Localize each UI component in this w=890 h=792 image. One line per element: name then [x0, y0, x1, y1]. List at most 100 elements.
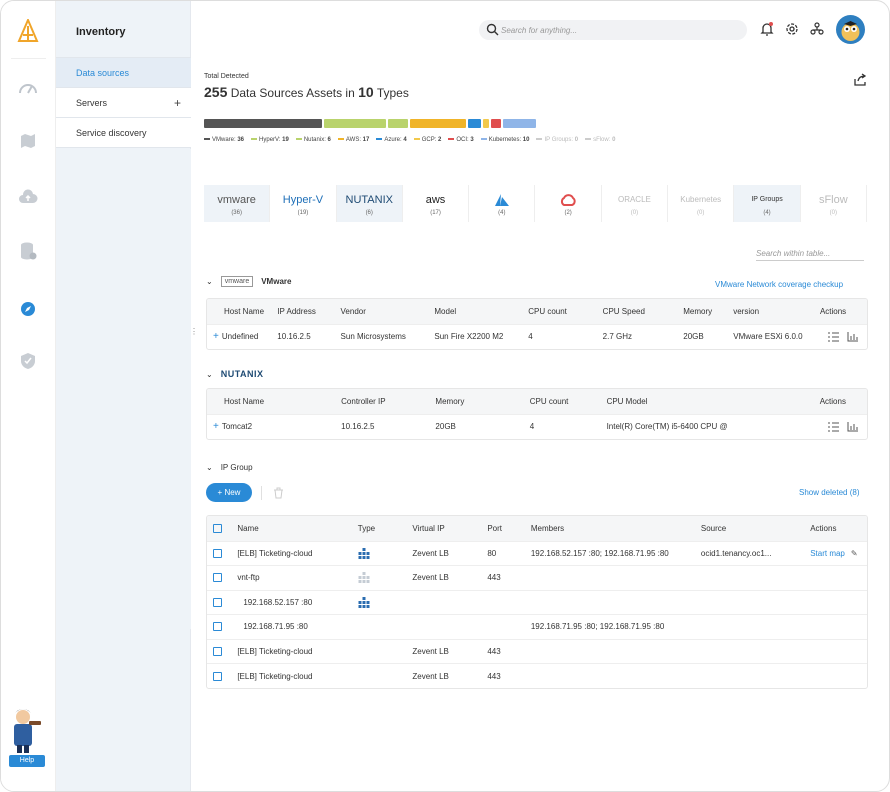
app-logo-icon[interactable] — [17, 19, 39, 43]
nutanix-table-row[interactable]: + Tomcat2 10.16.2.5 20GB 4 Intel(R) Core(TM) … — [207, 413, 867, 439]
chart-bar-icon[interactable] — [847, 331, 858, 342]
legend-name: GCP: — [421, 137, 439, 143]
help-label[interactable]: Help — [9, 755, 45, 767]
chevron-down-icon[interactable]: ⌄ — [206, 277, 213, 286]
nutanix-column-header[interactable]: CPU count — [525, 389, 603, 414]
ipgroup-column-header[interactable]: Port — [483, 516, 527, 541]
ipgroup-table-row[interactable]: [ELB] Ticketing-cloud Zevent LB 443 — [207, 638, 867, 664]
ipgroup-column-header[interactable]: Virtual IP — [408, 516, 484, 541]
ipgroup-cell: ocid1.tenancy.oc1... — [696, 540, 807, 566]
settings-gear-icon[interactable] — [784, 21, 800, 37]
nutanix-section-header[interactable]: ⌄ NUTANIX — [206, 369, 264, 379]
nutanix-column-header[interactable]: Controller IP — [337, 389, 432, 414]
add-server-plus-icon[interactable]: + — [174, 88, 181, 118]
source-tile-9[interactable]: sFlow (0) — [800, 185, 867, 222]
ipgroup-column-header[interactable]: Name — [233, 516, 354, 541]
start-map-link[interactable]: Start map — [810, 549, 845, 558]
notification-bell-icon[interactable] — [759, 21, 775, 37]
vmware-column-header[interactable]: CPU count — [524, 299, 599, 324]
vmware-table-row[interactable]: + Undefined 10.16.2.5 Sun Microsystems Sun F… — [207, 323, 867, 349]
global-search[interactable] — [479, 20, 747, 40]
shield-check-icon[interactable] — [18, 351, 38, 371]
dashboard-gauge-icon[interactable] — [18, 77, 38, 97]
source-tile-count: (19) — [297, 209, 309, 216]
vmware-column-header[interactable]: CPU Speed — [598, 299, 680, 324]
nutanix-column-header[interactable]: Actions — [815, 389, 867, 414]
map-icon[interactable] — [18, 131, 38, 151]
source-tile-4[interactable]: (4) — [469, 185, 536, 222]
share-export-icon[interactable] — [853, 73, 867, 87]
vmware-coverage-link[interactable]: VMware Network coverage checkup — [715, 280, 843, 289]
edit-pencil-icon[interactable]: ✎ — [851, 549, 858, 558]
nutanix-column-header[interactable]: CPU Model — [602, 389, 816, 414]
sidebar-item-label: Servers — [76, 98, 108, 108]
show-deleted-link[interactable]: Show deleted (8) — [799, 488, 859, 497]
nutanix-column-header[interactable]: Memory — [431, 389, 526, 414]
search-input[interactable] — [501, 22, 731, 38]
table-search-input[interactable]: Search within table... — [756, 249, 864, 261]
chart-bar-icon[interactable] — [847, 421, 858, 432]
legend-name: HyperV: — [259, 137, 283, 143]
row-checkbox[interactable] — [213, 622, 222, 632]
vmware-column-header[interactable]: Model — [430, 299, 525, 324]
vmware-column-header[interactable]: Actions — [815, 299, 867, 324]
list-details-icon[interactable] — [827, 422, 839, 432]
expand-row-icon[interactable]: + — [213, 331, 219, 342]
help-assistant[interactable]: Help — [9, 705, 47, 767]
ipgroup-name-cell: [ELB] Ticketing-cloud — [233, 540, 354, 566]
source-tile-8[interactable]: IP Groups (4) — [734, 185, 801, 222]
user-avatar[interactable] — [836, 15, 865, 44]
vmware-cell: 20GB — [679, 323, 730, 349]
source-tile-7[interactable]: Kubernetes (0) — [668, 185, 735, 222]
select-all-checkbox[interactable] — [213, 523, 222, 533]
list-details-icon[interactable] — [827, 332, 839, 342]
row-checkbox[interactable] — [213, 671, 222, 681]
nutanix-column-header[interactable]: Host Name — [207, 389, 338, 414]
distribution-bar — [204, 119, 536, 128]
distribution-segment-gcp — [482, 119, 490, 128]
sidebar-item-service-discovery[interactable]: Service discovery — [56, 118, 191, 148]
cloud-upload-icon[interactable] — [18, 187, 38, 207]
source-tile-5[interactable]: (2) — [535, 185, 602, 222]
row-actions — [806, 638, 867, 664]
source-tile-1[interactable]: Hyper-V (19) — [270, 185, 337, 222]
new-ipgroup-button[interactable]: + New — [206, 483, 252, 502]
source-tile-count: (36) — [231, 209, 242, 216]
compass-icon[interactable] — [18, 299, 38, 319]
expand-row-icon[interactable]: + — [213, 421, 219, 432]
source-tile-0[interactable]: vmware (36) — [204, 185, 271, 222]
row-checkbox[interactable] — [213, 646, 222, 656]
source-tile-6[interactable]: ORACLE (0) — [601, 185, 669, 222]
ipgroup-column-header[interactable]: Actions — [806, 516, 867, 541]
network-topology-icon[interactable] — [809, 21, 825, 37]
chevron-down-icon[interactable]: ⌄ — [206, 370, 213, 379]
row-checkbox[interactable] — [213, 597, 222, 607]
row-checkbox[interactable] — [213, 573, 222, 583]
vmware-section-header[interactable]: ⌄ vmware VMware — [206, 276, 291, 287]
legend-value: 4 — [403, 137, 407, 143]
ipgroup-column-header[interactable]: Type — [353, 516, 409, 541]
ipgroup-table-row[interactable]: 192.168.71.95 :80 192.168.71.95 :80; 192.… — [207, 614, 867, 639]
vmware-column-header[interactable]: Vendor — [336, 299, 431, 324]
vmware-column-header[interactable]: Host Name — [207, 299, 274, 324]
source-tile-3[interactable]: aws (17) — [402, 185, 470, 222]
ipgroup-table-row[interactable]: [ELB] Ticketing-cloud Zevent LB 80 192.168.… — [207, 540, 867, 566]
ipgroup-table-row[interactable]: [ELB] Ticketing-cloud Zevent LB 443 — [207, 663, 867, 688]
ipgroup-table-row[interactable]: 192.168.52.157 :80 — [207, 589, 867, 615]
vmware-column-header[interactable]: version — [729, 299, 816, 324]
source-tile-2[interactable]: NUTANIX (6) — [336, 185, 403, 222]
chevron-down-icon[interactable]: ⌄ — [206, 463, 213, 472]
vmware-column-header[interactable]: IP Address — [273, 299, 337, 324]
ipgroup-column-header[interactable]: Members — [526, 516, 697, 541]
database-icon[interactable] — [18, 241, 38, 261]
sidebar-item-data-sources[interactable]: Data sources — [56, 58, 191, 88]
ipgroup-section-header[interactable]: ⌄ IP Group — [206, 463, 253, 472]
row-checkbox-cell — [207, 565, 234, 590]
ipgroup-column-header[interactable]: Source — [696, 516, 807, 541]
vmware-column-header[interactable]: Memory — [679, 299, 730, 324]
row-checkbox[interactable] — [213, 548, 222, 558]
ipgroup-table-row[interactable]: vnt-ftp Zevent LB 443 — [207, 565, 867, 590]
sidebar-item-servers[interactable]: Servers + — [56, 88, 191, 118]
delete-trash-icon[interactable] — [273, 487, 284, 499]
distribution-segment-kubernetes — [503, 119, 536, 128]
